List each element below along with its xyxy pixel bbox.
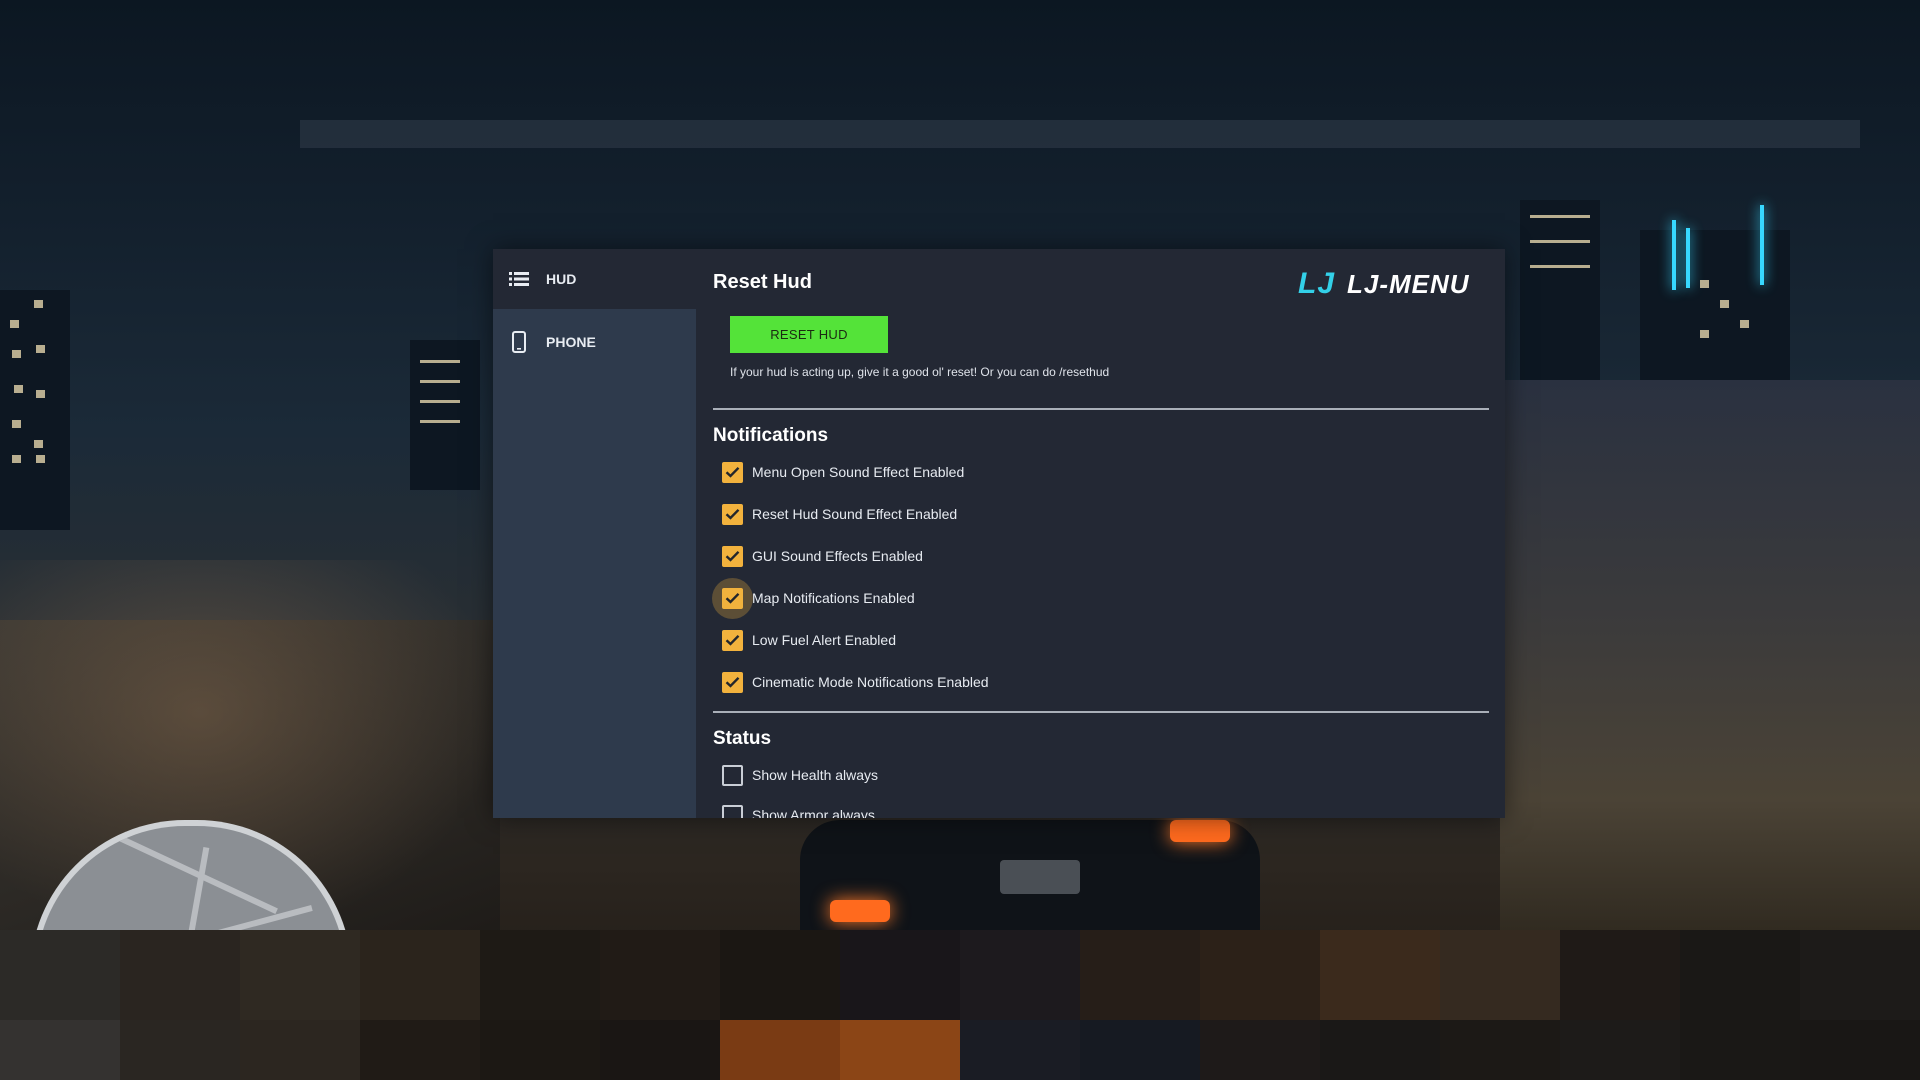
list-icon xyxy=(508,268,530,290)
notifications-heading: Notifications xyxy=(713,425,829,446)
checkbox-checked[interactable] xyxy=(712,577,753,619)
status-heading: Status xyxy=(713,728,772,749)
checkbox-unchecked[interactable] xyxy=(722,804,743,818)
logo-mark: LJ xyxy=(1298,267,1336,300)
logo-text: LJ-MENU xyxy=(1347,268,1470,299)
divider xyxy=(713,408,1489,410)
checkbox-reset-hud-sound[interactable]: Reset Hud Sound Effect Enabled xyxy=(722,499,957,529)
checkbox-label: GUI Sound Effects Enabled xyxy=(752,548,923,564)
checkbox-low-fuel-alert[interactable]: Low Fuel Alert Enabled xyxy=(722,625,896,655)
sidebar-item-hud[interactable]: HUD xyxy=(493,249,696,309)
page-title: Reset Hud xyxy=(713,271,812,293)
checkbox-label: Reset Hud Sound Effect Enabled xyxy=(752,506,958,522)
checkbox-checked[interactable] xyxy=(722,503,743,525)
checkbox-checked[interactable] xyxy=(722,461,743,483)
checkbox-checked[interactable] xyxy=(722,629,743,651)
sidebar: HUD PHONE xyxy=(493,249,696,818)
checkbox-menu-open-sound[interactable]: Menu Open Sound Effect Enabled xyxy=(722,457,964,487)
settings-menu: HUD PHONE Reset Hud LJ LJ-MENU RESET HUD… xyxy=(493,249,1505,818)
phone-icon xyxy=(508,331,530,353)
sidebar-item-label: PHONE xyxy=(546,334,596,350)
divider xyxy=(713,711,1489,713)
reset-hud-button[interactable]: RESET HUD xyxy=(730,316,888,353)
checkbox-label: Show Health always xyxy=(752,767,879,783)
checkbox-label: Low Fuel Alert Enabled xyxy=(752,632,896,648)
menu-content: Reset Hud LJ LJ-MENU RESET HUD If your h… xyxy=(712,249,1493,818)
checkbox-cinematic-mode-notifications[interactable]: Cinematic Mode Notifications Enabled xyxy=(722,667,989,697)
checkbox-label: Menu Open Sound Effect Enabled xyxy=(752,464,965,480)
sidebar-item-label: HUD xyxy=(546,271,577,287)
checkbox-gui-sound-effects[interactable]: GUI Sound Effects Enabled xyxy=(722,541,923,571)
checkbox-checked[interactable] xyxy=(722,671,743,693)
reset-hint-text: If your hud is acting up, give it a good… xyxy=(730,365,1110,379)
checkbox-checked[interactable] xyxy=(722,545,743,567)
checkbox-map-notifications[interactable]: Map Notifications Enabled xyxy=(712,577,915,619)
checkbox-label: Show Armor always xyxy=(752,807,875,818)
checkbox-show-health-always[interactable]: Show Health always xyxy=(722,760,878,790)
sidebar-item-phone[interactable]: PHONE xyxy=(493,312,696,372)
hillside xyxy=(1500,380,1920,940)
checkbox-unchecked[interactable] xyxy=(722,764,743,786)
checkbox-label: Cinematic Mode Notifications Enabled xyxy=(752,674,989,690)
checkbox-label: Map Notifications Enabled xyxy=(752,590,915,606)
blur-band xyxy=(300,120,1860,148)
lj-menu-logo: LJ LJ-MENU xyxy=(1298,267,1470,301)
checkbox-show-armor-always[interactable]: Show Armor always xyxy=(722,800,875,818)
